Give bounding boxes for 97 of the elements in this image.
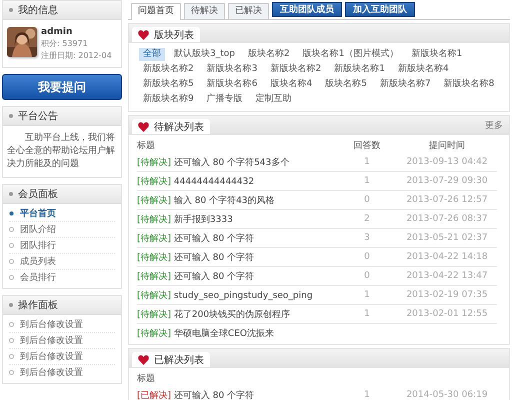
question-link[interactable]: [待解决] study_seo_pingstudy_seo_ping (137, 288, 337, 302)
register-date: 注册日期: 2012-04 (41, 50, 112, 61)
board-tag[interactable]: 新版块名称6 (202, 78, 262, 91)
question-time: 2013-02-01 12:55 (405, 309, 489, 319)
username: admin (41, 27, 72, 37)
board-tag[interactable]: 版块名称4 (266, 78, 316, 91)
section-title: 待解决列表 (154, 120, 204, 134)
answer-count: 2 (363, 214, 371, 224)
bullet-icon (9, 114, 13, 118)
heart-icon (138, 30, 149, 40)
column-header: 提问时间 (428, 140, 466, 152)
notice-text: 互助平台上线，我们将全心全意的帮助论坛用户解决力所能及的问题 (6, 132, 116, 171)
bullet-icon (9, 8, 13, 12)
board-tag[interactable]: 版块名称1（图片模式） (298, 48, 402, 61)
sidebar-link[interactable]: 团队介绍 (20, 223, 56, 236)
question-link[interactable]: [待解决] 输入 80 个字符43的风格 (137, 194, 337, 206)
tab[interactable]: 问题首页 (131, 3, 181, 20)
question-link[interactable]: [待解决] 花了200块钱买的伪原创程序 (137, 308, 337, 320)
sidebar-link[interactable]: 到后台修改设置 (20, 318, 83, 331)
bullet-icon (9, 303, 13, 307)
board-tag[interactable]: 新版块名称2 (266, 63, 326, 76)
heart-icon (138, 354, 149, 364)
sidebar-link[interactable]: 到后台修改设置 (20, 334, 83, 347)
bullet-icon (9, 275, 14, 280)
question-time: 2013-02-19 07:35 (405, 290, 489, 300)
question-link[interactable]: [待解决] 还可输入 80 个字符543多个 (137, 156, 337, 168)
question-link[interactable]: [待解决] 还可输入 80 个字符 (137, 270, 337, 282)
board-tag[interactable]: 定制互助 (252, 93, 296, 106)
answer-count: 3 (363, 233, 371, 243)
sidebar-link[interactable]: 会员排行 (20, 271, 56, 284)
answer-count: 1 (363, 290, 371, 300)
board-tag[interactable]: 默认版块3_top (170, 48, 239, 61)
more-link[interactable]: 更多 (485, 118, 503, 132)
sidebar-link[interactable]: 平台首页 (20, 207, 56, 220)
column-header: 标题 (137, 140, 156, 152)
sidebar-link[interactable]: 到后台修改设置 (20, 350, 83, 363)
question-time: 2013-04-22 13:47 (405, 271, 489, 281)
board-tag[interactable]: 新版块名称9 (139, 93, 198, 106)
bullet-icon (9, 211, 14, 216)
board-tag[interactable]: 新版块名称5 (139, 78, 198, 91)
bullet-icon (9, 259, 14, 264)
column-header: 回答数 (352, 140, 382, 152)
bullet-icon (9, 354, 14, 359)
question-time: 2013-07-26 12:57 (405, 195, 489, 205)
answer-count: 0 (363, 271, 371, 281)
board-tag[interactable]: 新版块名称4 (394, 63, 453, 76)
panel-title: 平台公告 (18, 110, 58, 123)
question-link[interactable]: [待解决] 华硕电脑全球CEO沈振来 (137, 326, 497, 340)
team-button[interactable]: 加入互助团队 (345, 2, 415, 17)
board-tag[interactable]: 版块名称5 (321, 78, 371, 91)
column-header: 标题 (137, 372, 156, 384)
tab[interactable]: 已解决 (228, 3, 269, 19)
sidebar-link[interactable]: 成员列表 (20, 255, 56, 268)
answer-count: 0 (363, 252, 371, 262)
question-time: 2013-09-13 04:42 (405, 157, 489, 167)
sidebar-link[interactable]: 团队排行 (20, 239, 56, 252)
answer-count: 1 (363, 390, 371, 400)
section-title: 已解决列表 (154, 354, 204, 366)
answer-count: 1 (363, 157, 371, 167)
heart-icon (138, 122, 149, 132)
board-tag[interactable]: 全部 (139, 48, 165, 61)
board-tag[interactable]: 新版块名称2 (139, 63, 198, 76)
question-link[interactable]: [已解决] 还可输入 80 个字符 (137, 388, 337, 400)
tab[interactable]: 待解决 (184, 3, 225, 19)
board-tag[interactable]: 新版块名称1 (407, 48, 466, 61)
bullet-icon (9, 338, 14, 343)
question-time: 2014-05-30 06:19 (405, 390, 489, 400)
board-tag[interactable]: 版块名称2 (244, 48, 294, 61)
panel-title: 操作面板 (18, 298, 58, 312)
bullet-icon (9, 192, 13, 196)
question-link[interactable]: [待解决] 还可输入 80 个字符 (137, 232, 337, 244)
bullet-icon (9, 227, 14, 232)
board-tag[interactable]: 新版块名称1 (330, 63, 389, 76)
section-title: 版块列表 (154, 28, 194, 42)
points-text: 积分: 53971 (41, 38, 88, 49)
panel-title: 我的信息 (18, 4, 58, 17)
question-link[interactable]: [待解决] 44444444444432 (137, 174, 337, 188)
board-tag[interactable]: 新版块名称3 (202, 63, 262, 76)
board-tag[interactable]: 新版块名称8 (440, 78, 498, 91)
board-tag[interactable]: 广播专版 (202, 93, 247, 106)
question-link[interactable]: [待解决] 新手报到3333 (137, 212, 337, 226)
panel-title: 会员面板 (18, 188, 58, 201)
answer-count: 1 (363, 176, 371, 186)
question-time: 2013-05-21 02:37 (405, 233, 489, 243)
board-tag[interactable]: 新版块名称7 (376, 78, 435, 91)
bullet-icon (9, 322, 14, 327)
bullet-icon (9, 243, 14, 248)
ask-question-button[interactable]: 我要提问 (2, 74, 122, 100)
question-time: 2013-04-22 14:18 (405, 252, 489, 262)
answer-count: 0 (363, 195, 371, 205)
sidebar-link[interactable]: 到后台修改设置 (20, 366, 83, 379)
question-time: 2013-07-29 09:30 (405, 176, 489, 186)
question-link[interactable]: [待解决] 还可输入 80 个字符 (137, 250, 337, 264)
answer-count: 1 (363, 309, 371, 319)
bullet-icon (9, 370, 14, 375)
team-button[interactable]: 互助团队成员 (272, 2, 342, 17)
question-time: 2013-07-26 08:37 (405, 214, 489, 224)
